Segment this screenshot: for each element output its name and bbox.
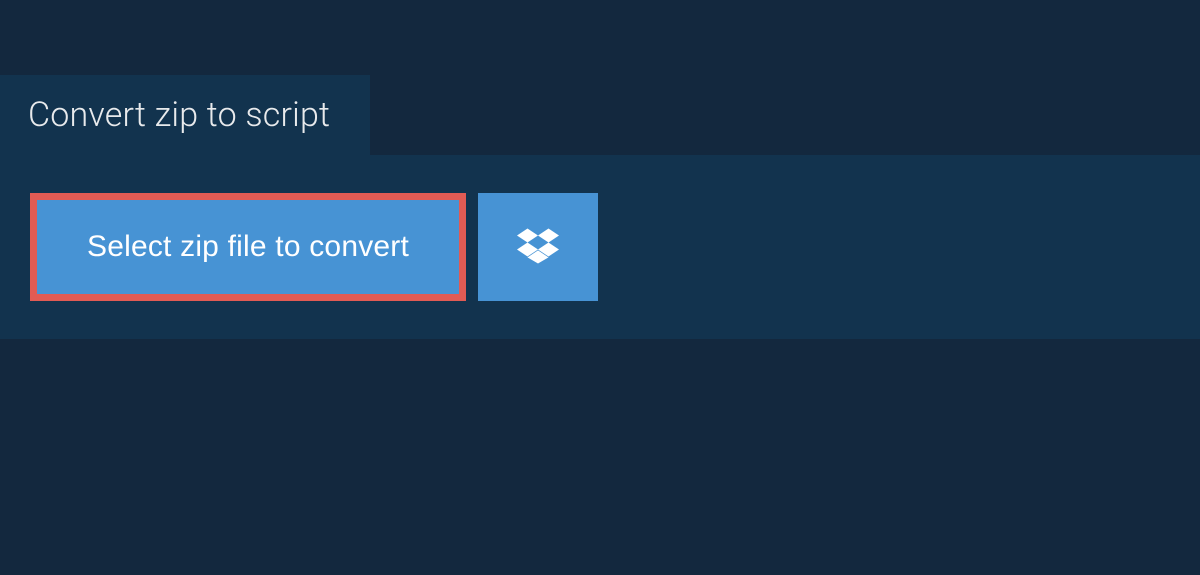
select-file-label: Select zip file to convert — [87, 230, 409, 263]
dropbox-button[interactable] — [478, 193, 598, 301]
tab-bar: Convert zip to script — [0, 75, 1200, 155]
select-file-button[interactable]: Select zip file to convert — [37, 200, 459, 294]
tab-label: Convert zip to script — [28, 95, 330, 135]
select-file-highlight: Select zip file to convert — [30, 193, 466, 301]
dropbox-icon — [517, 225, 559, 270]
tab-convert-zip-to-script[interactable]: Convert zip to script — [0, 75, 370, 155]
converter-panel: Select zip file to convert — [0, 155, 1200, 339]
